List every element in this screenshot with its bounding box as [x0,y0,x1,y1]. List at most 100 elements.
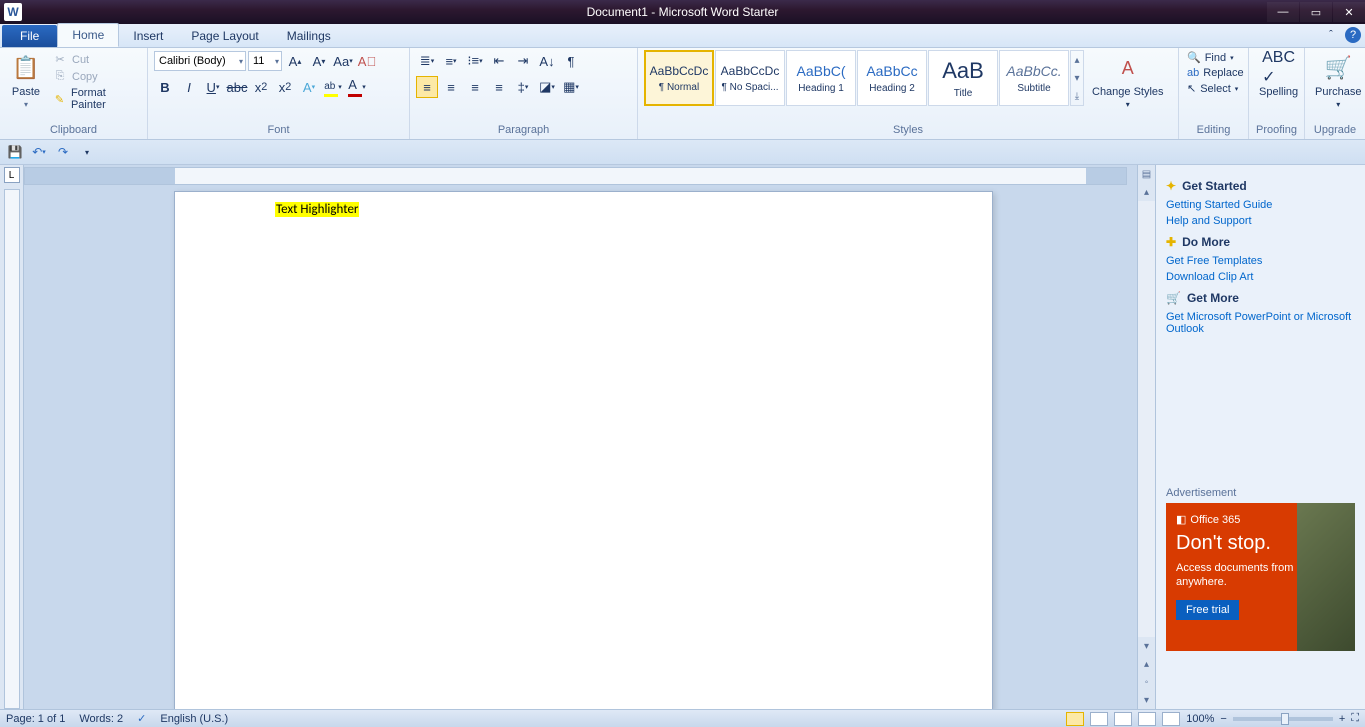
superscript-button[interactable]: x2 [274,76,296,98]
underline-button[interactable]: U▾ [202,76,224,98]
subscript-button[interactable]: x2 [250,76,272,98]
line-spacing-button[interactable]: ‡▾ [512,76,534,98]
zoom-out-button[interactable]: − [1220,713,1226,725]
maximize-button[interactable]: ▭ [1300,2,1332,22]
text-effects-button[interactable]: A▾ [298,76,320,98]
styles-scroll-down[interactable]: ▾ [1071,69,1083,87]
font-color-button[interactable]: A▾ [346,76,368,98]
style-no-spacing[interactable]: AaBbCcDc¶ No Spaci... [715,50,785,106]
clear-formatting-button[interactable]: A⃠ [356,50,378,72]
style-title[interactable]: AaBTitle [928,50,998,106]
italic-button[interactable]: I [178,76,200,98]
zoom-in-button[interactable]: + [1339,713,1345,725]
highlight-color-button[interactable]: ab▾ [322,76,344,98]
vertical-scrollbar[interactable]: ▤ ▴ ▾ ▴ ◦ ▾ [1137,165,1155,709]
ruler-toggle-icon[interactable]: ▤ [1138,165,1155,183]
vertical-ruler[interactable] [4,189,20,709]
scroll-track[interactable] [1138,201,1155,637]
align-right-button[interactable]: ≡ [464,76,486,98]
font-name-combo[interactable]: Calibri (Body)▾ [154,51,246,71]
tab-insert[interactable]: Insert [119,25,177,47]
change-case-button[interactable]: Aa▾ [332,50,354,72]
cut-button[interactable]: ✂Cut [50,52,141,67]
fit-page-icon[interactable]: ⛶ [1351,712,1359,725]
align-center-button[interactable]: ≡ [440,76,462,98]
style-subtitle[interactable]: AaBbCc.Subtitle [999,50,1069,106]
font-size-combo[interactable]: 11▾ [248,51,282,71]
browse-object-icon[interactable]: ◦ [1138,673,1155,691]
shading-button[interactable]: ◪▾ [536,76,558,98]
getting-started-guide-link[interactable]: Getting Started Guide [1166,197,1355,213]
office-icon: ◧ [1176,513,1186,526]
borders-button[interactable]: ▦▾ [560,76,582,98]
undo-button[interactable]: ↶▾ [30,143,48,161]
shrink-font-button[interactable]: A▾ [308,50,330,72]
document-page[interactable]: Text Highlighter [174,191,993,709]
increase-indent-button[interactable]: ⇥ [512,50,534,72]
format-painter-button[interactable]: ✎Format Painter [50,86,141,112]
find-button[interactable]: 🔍Find▾ [1185,50,1236,65]
redo-button[interactable]: ↷ [54,143,72,161]
purchase-button[interactable]: 🛒Purchase▾ [1311,50,1365,111]
paste-button[interactable]: 📋 Paste ▾ [6,50,46,111]
document-text-highlighted[interactable]: Text Highlighter [275,202,359,217]
word-count-status[interactable]: Words: 2 [79,713,123,725]
bold-button[interactable]: B [154,76,176,98]
proofing-status-icon[interactable]: ✓ [137,712,146,725]
select-button[interactable]: ↖Select▾ [1185,81,1240,96]
outline-view[interactable] [1138,712,1156,726]
multilevel-list-button[interactable]: ⁝≡▾ [464,50,486,72]
get-powerpoint-outlook-link[interactable]: Get Microsoft PowerPoint or Microsoft Ou… [1166,309,1355,337]
replace-button[interactable]: abReplace [1185,66,1246,80]
web-layout-view[interactable] [1114,712,1132,726]
justify-button[interactable]: ≡ [488,76,510,98]
help-support-link[interactable]: Help and Support [1166,213,1355,229]
minimize-button[interactable]: — [1267,2,1299,22]
language-status[interactable]: English (U.S.) [160,713,228,725]
style-heading-1[interactable]: AaBbC(Heading 1 [786,50,856,106]
strikethrough-button[interactable]: abc [226,76,248,98]
styles-more[interactable]: ⤓ [1071,87,1083,105]
zoom-thumb[interactable] [1281,713,1289,725]
download-clipart-link[interactable]: Download Clip Art [1166,269,1355,285]
draft-view[interactable] [1162,712,1180,726]
free-trial-button[interactable]: Free trial [1176,600,1239,620]
ribbon: 📋 Paste ▾ ✂Cut ⎘Copy ✎Format Painter Cli… [0,48,1365,140]
zoom-level[interactable]: 100% [1186,713,1214,725]
next-page-icon[interactable]: ▾ [1138,691,1155,709]
zoom-slider[interactable] [1233,717,1333,721]
tab-page-layout[interactable]: Page Layout [177,25,272,47]
get-free-templates-link[interactable]: Get Free Templates [1166,253,1355,269]
advertisement[interactable]: ◧Office 365 Don't stop. Access documents… [1166,503,1355,651]
numbering-button[interactable]: ≡▾ [440,50,462,72]
change-styles-button[interactable]: A Change Styles ▾ [1088,50,1168,111]
close-button[interactable]: ✕ [1333,2,1365,22]
help-icon[interactable]: ? [1345,27,1361,43]
styles-scroll-up[interactable]: ▴ [1071,51,1083,69]
style-heading-2[interactable]: AaBbCcHeading 2 [857,50,927,106]
align-left-button[interactable]: ≡ [416,76,438,98]
scroll-up-icon[interactable]: ▴ [1138,183,1155,201]
scroll-down-icon[interactable]: ▾ [1138,637,1155,655]
tab-selector[interactable]: L [4,167,20,183]
sort-button[interactable]: A↓ [536,50,558,72]
style-normal[interactable]: AaBbCcDc¶ Normal [644,50,714,106]
show-hide-button[interactable]: ¶ [560,50,582,72]
bullets-button[interactable]: ≣▾ [416,50,438,72]
print-layout-view[interactable] [1066,712,1084,726]
tab-file[interactable]: File [2,25,57,47]
qat-customize[interactable]: ▾ [78,143,96,161]
spelling-button[interactable]: ABC✓Spelling [1255,50,1302,100]
page-status[interactable]: Page: 1 of 1 [6,713,65,725]
horizontal-ruler[interactable] [24,167,1127,185]
copy-button[interactable]: ⎘Copy [50,69,141,84]
tab-home[interactable]: Home [57,23,119,47]
tab-mailings[interactable]: Mailings [273,25,345,47]
grow-font-button[interactable]: A▴ [284,50,306,72]
save-button[interactable]: 💾 [6,143,24,161]
paste-dropdown-icon[interactable]: ▾ [24,100,28,109]
minimize-ribbon-icon[interactable]: ˆ [1323,27,1339,43]
decrease-indent-button[interactable]: ⇤ [488,50,510,72]
prev-page-icon[interactable]: ▴ [1138,655,1155,673]
full-screen-view[interactable] [1090,712,1108,726]
